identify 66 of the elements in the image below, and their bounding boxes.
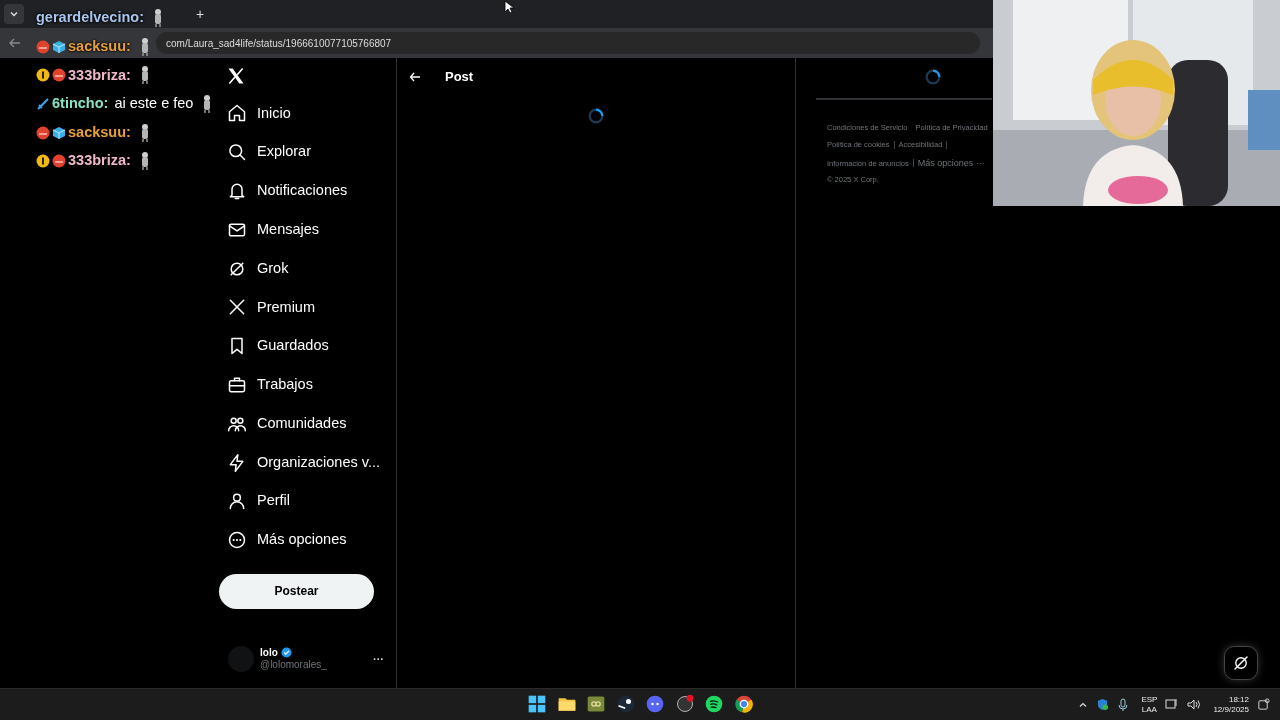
clock-time[interactable]: 18:12 bbox=[1228, 694, 1249, 705]
chat-username: 6tincho: bbox=[52, 94, 109, 114]
x-logo-icon[interactable] bbox=[226, 66, 246, 86]
keyboard-layout-text[interactable]: LAA bbox=[1141, 704, 1157, 715]
address-bar[interactable]: com/Laura_sad4life/status/1966610077105766807 bbox=[156, 32, 980, 54]
nav-item[interactable]: Explorar bbox=[218, 132, 396, 172]
infinity-app-icon[interactable] bbox=[586, 694, 606, 714]
grok-button[interactable] bbox=[1224, 646, 1258, 680]
nav-item[interactable]: Inicio bbox=[218, 94, 396, 133]
microphone-icon[interactable] bbox=[1117, 697, 1130, 712]
clock-date[interactable]: 12/9/2025 bbox=[1213, 704, 1249, 715]
home-icon bbox=[227, 103, 247, 124]
account-handle: @lolomorales_ bbox=[260, 659, 327, 672]
spotify-icon[interactable] bbox=[704, 694, 724, 714]
account-menu-button[interactable]: ··· bbox=[373, 650, 384, 668]
lightning-icon bbox=[227, 452, 247, 473]
nav-item[interactable]: Premium bbox=[218, 288, 396, 327]
slashed-circle-icon bbox=[1232, 654, 1250, 672]
footer-link[interactable]: Más opciones ··· bbox=[917, 156, 985, 170]
nav-item[interactable]: Guardados bbox=[218, 326, 396, 366]
nav-item[interactable]: Comunidades bbox=[218, 404, 396, 444]
chevron-down-icon bbox=[9, 9, 19, 19]
loading-spinner bbox=[587, 107, 605, 125]
chrome-icon[interactable] bbox=[733, 694, 754, 714]
sword-badge-icon bbox=[36, 97, 50, 112]
chat-username: sacksuu: bbox=[68, 122, 131, 142]
round-badge-icon bbox=[36, 39, 50, 54]
nav-item[interactable]: Mensajes bbox=[218, 210, 396, 250]
person-icon bbox=[227, 491, 247, 512]
chat-username: 333briza: bbox=[68, 65, 131, 85]
search-icon bbox=[227, 142, 247, 163]
nav-item[interactable]: Perfil bbox=[218, 481, 396, 521]
chat-username: 333briza: bbox=[68, 151, 131, 171]
nav-item[interactable]: Grok bbox=[218, 249, 396, 288]
verified-badge-icon bbox=[280, 647, 292, 659]
nav-item[interactable]: Más opciones bbox=[218, 520, 396, 560]
windows-logo-icon[interactable] bbox=[527, 694, 547, 714]
cube-badge-icon bbox=[52, 125, 66, 140]
tab-list-button[interactable] bbox=[4, 4, 24, 24]
network-icon[interactable] bbox=[1165, 698, 1180, 711]
back-arrow-icon[interactable] bbox=[409, 71, 421, 83]
new-tab-button[interactable]: + bbox=[192, 3, 209, 25]
round-badge-icon bbox=[36, 125, 50, 140]
round-badge-icon bbox=[52, 68, 66, 83]
account-name: lolo bbox=[260, 646, 278, 659]
bell-icon bbox=[227, 181, 247, 201]
chat-message: ai este e feo bbox=[114, 94, 194, 114]
page-title: Post bbox=[445, 68, 474, 87]
chat-username: gerardelvecino: bbox=[36, 8, 144, 28]
nav-item[interactable]: Trabajos bbox=[218, 365, 396, 405]
nav-item[interactable]: Notificaciones bbox=[218, 171, 396, 211]
chat-username: sacksuu: bbox=[68, 37, 131, 56]
round-badge-icon bbox=[52, 154, 66, 169]
speaker-icon[interactable] bbox=[1187, 698, 1202, 711]
notification-icon[interactable] bbox=[1257, 698, 1270, 711]
nav-item[interactable]: Organizaciones v... bbox=[218, 443, 396, 482]
more-circle-icon bbox=[227, 530, 247, 551]
loading-spinner bbox=[924, 68, 942, 86]
post-button[interactable]: Postear bbox=[219, 573, 374, 609]
shield-icon[interactable] bbox=[1096, 698, 1110, 711]
sub-badge-icon bbox=[36, 68, 50, 83]
sub-badge-icon bbox=[36, 154, 50, 169]
cube-badge-icon bbox=[52, 39, 66, 54]
language-text[interactable]: ESP bbox=[1141, 694, 1158, 705]
url-text: com/Laura_sad4life/status/1966610077105766807 bbox=[166, 36, 392, 51]
mouse-cursor-icon bbox=[504, 0, 514, 14]
